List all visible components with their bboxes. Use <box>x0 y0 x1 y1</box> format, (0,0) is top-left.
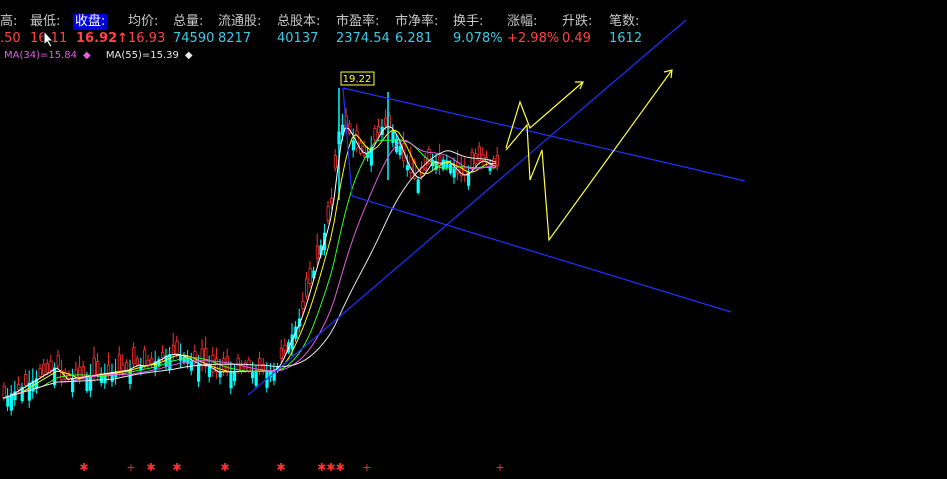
signal-marker: + <box>126 461 135 474</box>
candle-body <box>326 206 330 221</box>
candle-body <box>250 370 255 379</box>
signal-marker: ✱ <box>79 461 88 474</box>
candle-body <box>45 363 50 373</box>
candle-body <box>96 361 100 375</box>
candle-body <box>27 382 32 401</box>
candle-body <box>175 340 179 355</box>
candle-body <box>416 179 420 193</box>
candle-body <box>125 362 129 371</box>
candle-body <box>333 155 338 169</box>
signal-marker: ✱ <box>276 461 285 474</box>
candle-body <box>92 357 96 376</box>
candle-body <box>200 348 204 367</box>
candle-body <box>107 364 111 374</box>
candle-body <box>132 347 136 365</box>
candle-body <box>6 395 10 407</box>
candle-body <box>362 145 366 156</box>
moving-averages <box>2 125 497 399</box>
candlesticks <box>2 88 500 416</box>
candle-body <box>150 358 154 365</box>
candle-body <box>470 151 474 169</box>
candle-body <box>232 371 237 382</box>
candle-body <box>171 344 175 355</box>
candle-body <box>373 128 377 141</box>
peak-price-label: 19.22 <box>340 71 375 86</box>
candle-body <box>391 131 395 144</box>
candle-body <box>160 351 165 358</box>
candle-body <box>315 245 320 259</box>
candle-body <box>283 344 287 352</box>
candle-body <box>16 384 21 390</box>
forecast-path-2 <box>505 69 673 242</box>
candle-body <box>398 146 402 156</box>
candle-body <box>146 359 150 366</box>
candle-body <box>351 140 356 151</box>
candle-body <box>279 347 284 359</box>
forecast-path-1 <box>505 81 584 149</box>
signal-marker: ✱✱✱ <box>317 461 345 474</box>
candle-body <box>49 360 53 371</box>
signal-marker: ✱ <box>146 461 155 474</box>
trend-channel[interactable] <box>247 19 746 396</box>
candle-body <box>89 375 93 391</box>
candle-body <box>2 385 6 399</box>
candle-body <box>42 363 46 375</box>
candle-body <box>405 165 410 171</box>
forecast-arrows[interactable] <box>505 69 673 242</box>
candle-body <box>304 278 309 297</box>
candle-body <box>78 366 82 378</box>
candle-body <box>448 163 453 174</box>
kline-chart[interactable]: 19.22 ✱ + ✱ ✱ ✱ ✱ ✱✱✱ + + <box>0 0 947 479</box>
candle-body <box>384 117 388 126</box>
signal-markers: ✱ + ✱ ✱ ✱ ✱ ✱✱✱ + + <box>79 461 504 474</box>
candle-body <box>247 359 251 372</box>
channel-lower-line <box>351 195 732 313</box>
candle-body <box>308 267 312 284</box>
candle-body <box>495 154 500 166</box>
candle-body <box>452 168 456 178</box>
signal-marker: ✱ <box>172 461 181 474</box>
candle-body <box>254 370 258 386</box>
candle-body <box>85 375 89 391</box>
ma34-line <box>2 139 497 399</box>
svg-text:19.22: 19.22 <box>343 74 372 85</box>
candle-body <box>56 354 60 367</box>
candle-body <box>24 374 28 386</box>
ma20-line <box>2 139 497 399</box>
candle-body <box>301 301 305 310</box>
candle-body <box>117 354 121 372</box>
signal-marker: + <box>495 461 504 474</box>
trend-support-line <box>247 19 687 396</box>
candle-body <box>142 349 147 367</box>
signal-marker: + <box>362 461 371 474</box>
candle-body <box>488 166 492 171</box>
candle-body <box>196 364 201 382</box>
candle-body <box>182 356 186 363</box>
signal-marker: ✱ <box>220 461 229 474</box>
candle-body <box>38 368 42 377</box>
candle-body <box>121 364 125 372</box>
candle-body <box>135 358 139 366</box>
candle-body <box>186 358 190 364</box>
candle-body <box>376 126 381 134</box>
candle-body <box>330 197 334 205</box>
candle-body <box>218 371 222 378</box>
candle-body <box>229 371 233 389</box>
